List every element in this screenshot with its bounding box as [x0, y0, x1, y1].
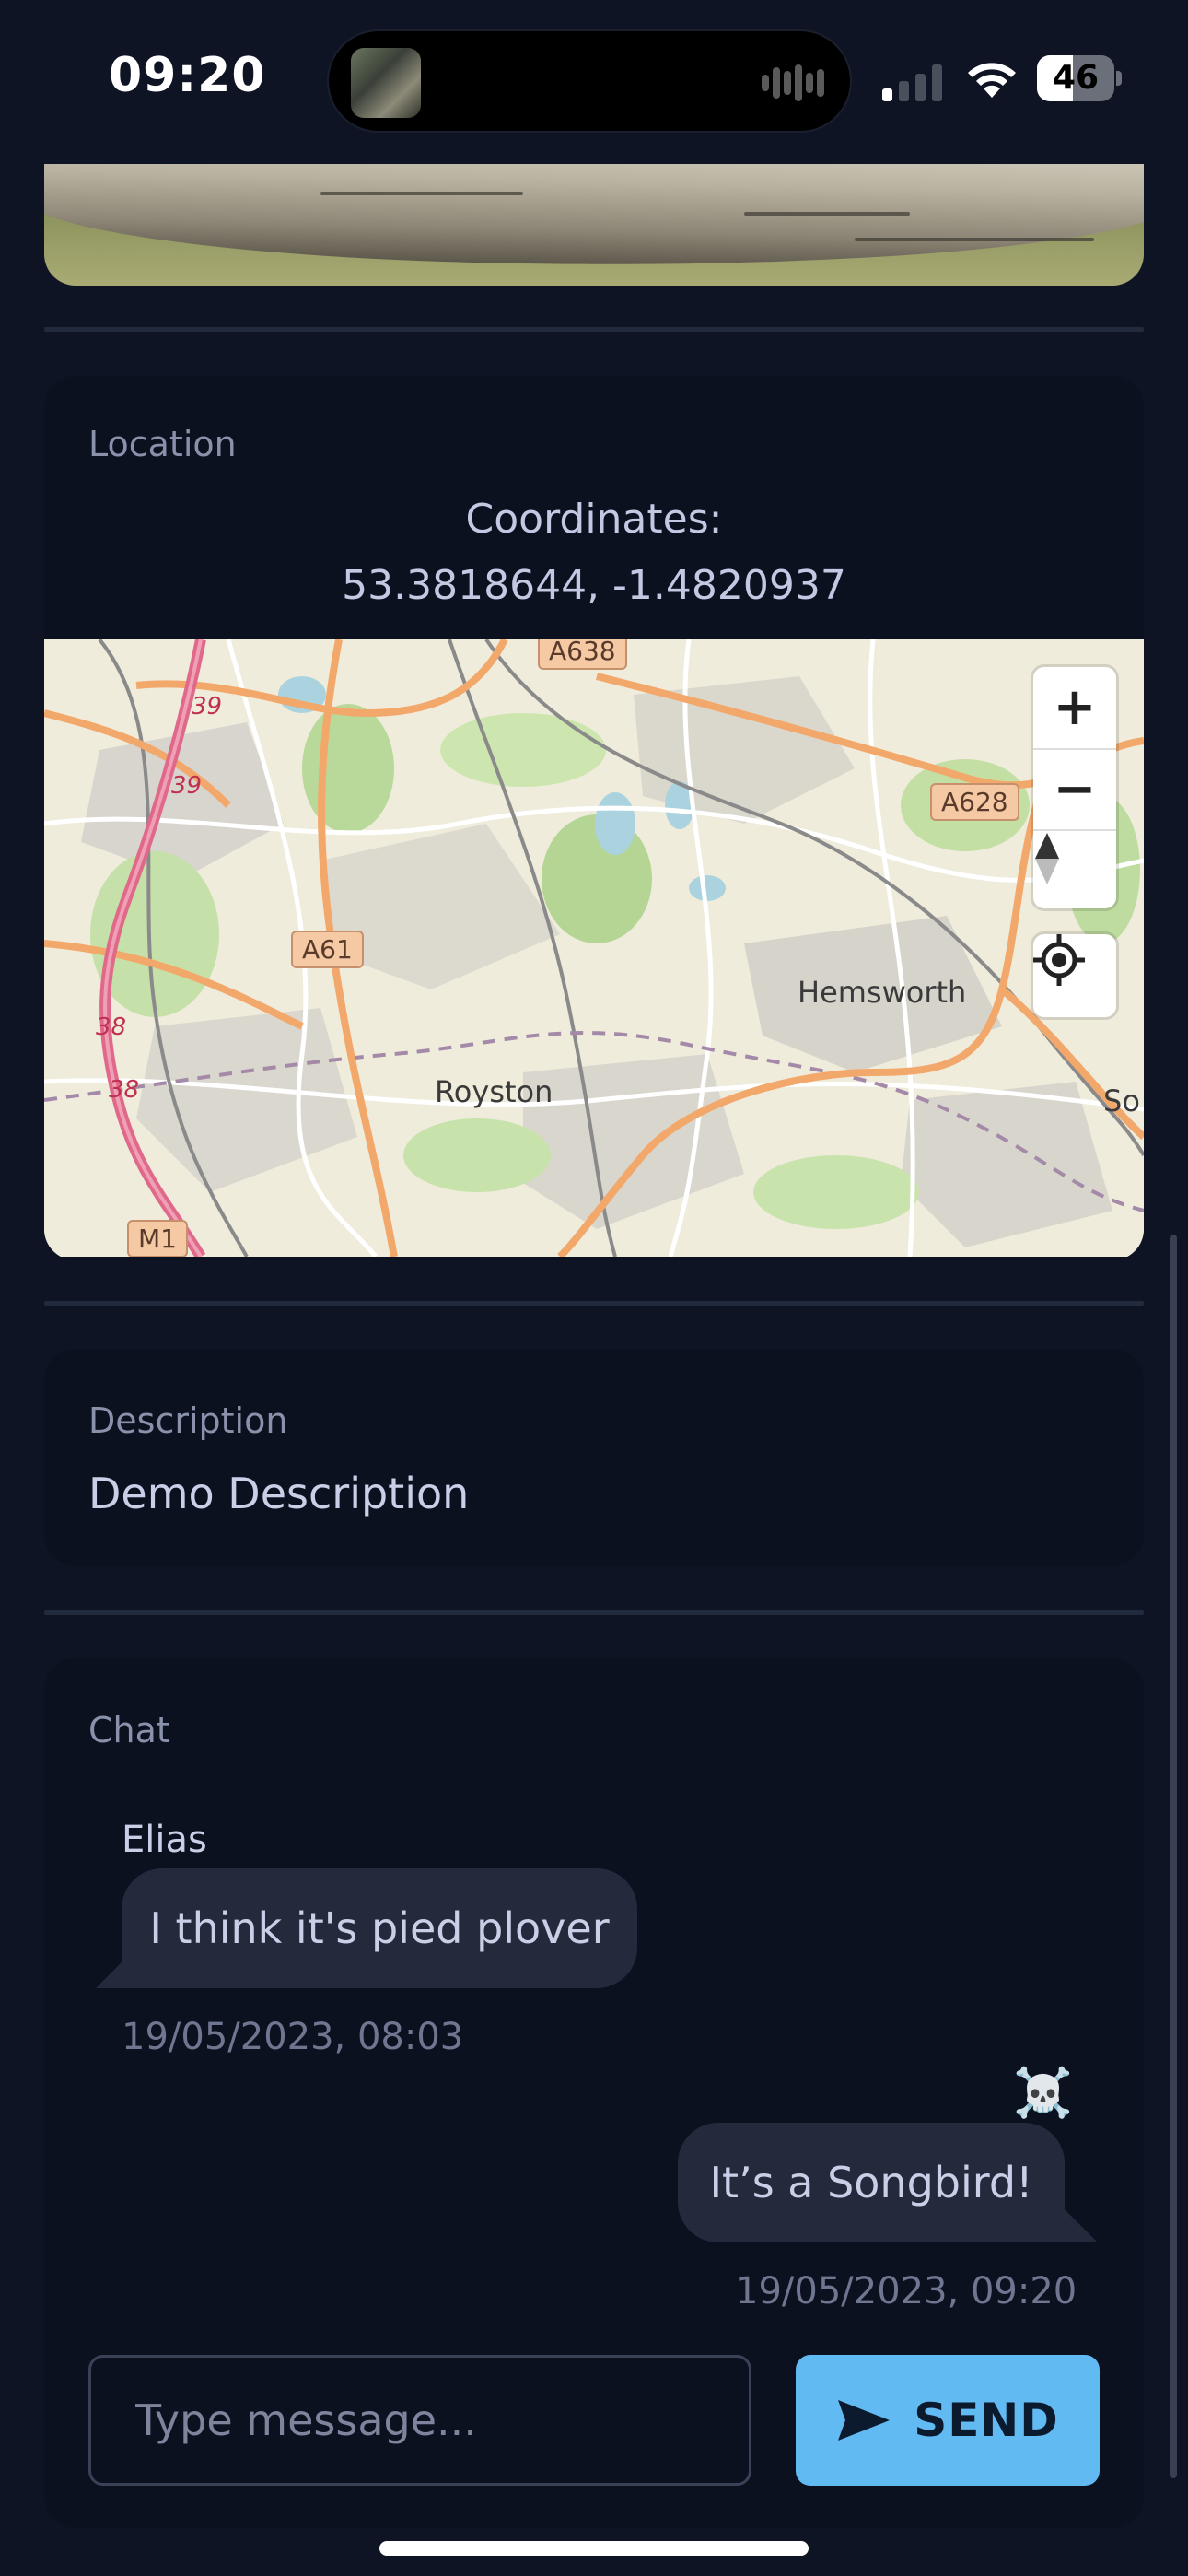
message-input[interactable]	[88, 2355, 751, 2486]
location-map[interactable]: A638 A628 A61 M1 39 39 38 38 Royston Hem…	[44, 639, 1144, 1257]
dynamic-island	[327, 29, 852, 133]
map-zoom-controls: + −	[1033, 667, 1116, 908]
status-bar: 09:20 46	[0, 0, 1188, 164]
message-sender: Elias	[122, 1819, 207, 1861]
description-label: Description	[88, 1400, 288, 1441]
map-tiles	[44, 639, 1144, 1257]
junction-label: 39	[192, 693, 223, 720]
geolocate-button[interactable]	[1033, 934, 1116, 1017]
junction-label: 38	[96, 1013, 127, 1041]
send-label: SEND	[914, 2394, 1059, 2447]
cellular-signal-icon	[882, 61, 947, 101]
coordinates-value: 53.3818644, -1.4820937	[342, 562, 846, 609]
message-bubble-outgoing: It’s a Songbird!	[678, 2123, 1065, 2242]
now-playing-thumbnail	[351, 48, 421, 118]
description-text: Demo Description	[88, 1469, 470, 1518]
junction-label: 38	[109, 1076, 140, 1104]
junction-label: 39	[171, 772, 203, 800]
send-button[interactable]: SEND	[796, 2355, 1100, 2486]
section-divider	[44, 1610, 1144, 1615]
description-card: Description Demo Description	[44, 1349, 1144, 1566]
battery-percentage: 46	[1052, 59, 1100, 97]
scrollbar[interactable]	[1170, 1235, 1177, 2478]
zoom-in-button[interactable]: +	[1033, 667, 1116, 746]
place-label: Hemsworth	[798, 975, 967, 1010]
audio-waveform-icon	[762, 63, 824, 103]
home-indicator[interactable]	[379, 2541, 809, 2556]
road-label: A61	[291, 931, 364, 968]
screen: 09:20 46 Location Coordinates: 53.381864…	[0, 0, 1188, 2576]
location-label: Location	[88, 424, 237, 464]
section-divider	[44, 327, 1144, 332]
zoom-out-button[interactable]: −	[1033, 748, 1116, 827]
message-bubble-incoming: I think it's pied plover	[122, 1868, 637, 1988]
coordinates-title: Coordinates:	[465, 496, 723, 543]
status-time: 09:20	[109, 48, 266, 103]
road-label: A628	[930, 783, 1019, 821]
user-avatar-skull-icon: ☠️	[1013, 2066, 1073, 2121]
locate-icon	[1033, 934, 1085, 986]
message-timestamp: 19/05/2023, 09:20	[735, 2270, 1077, 2313]
message-timestamp: 19/05/2023, 08:03	[122, 2016, 464, 2058]
road-label: M1	[127, 1220, 188, 1257]
road-label: A638	[538, 639, 627, 670]
chat-label: Chat	[88, 1710, 170, 1751]
chat-card: Chat Elias I think it's pied plover 19/0…	[44, 1658, 1144, 2528]
send-icon	[838, 2400, 891, 2441]
sighting-photo	[44, 164, 1144, 286]
wifi-icon	[968, 63, 1016, 98]
place-label: So	[1103, 1083, 1140, 1118]
reset-bearing-button[interactable]	[1033, 829, 1116, 908]
location-card: Location Coordinates: 53.3818644, -1.482…	[44, 376, 1144, 1260]
place-label: Royston	[435, 1074, 553, 1109]
section-divider	[44, 1301, 1144, 1306]
battery-icon: 46	[1037, 55, 1122, 101]
compass-icon	[1035, 833, 1059, 884]
